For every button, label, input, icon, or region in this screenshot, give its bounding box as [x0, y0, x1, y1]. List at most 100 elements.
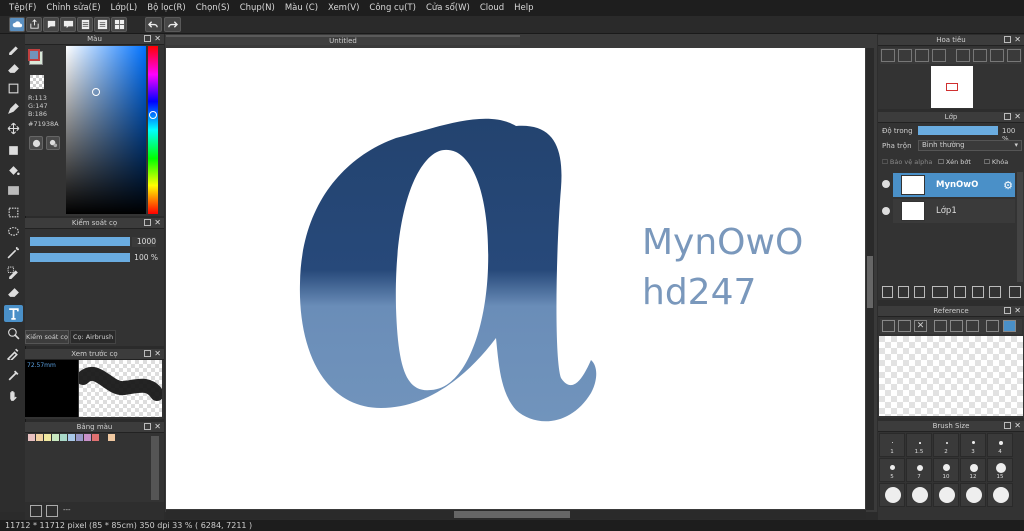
layer-row[interactable]: Lớp1 [893, 199, 1015, 223]
menu-color[interactable]: Màu (C) [280, 0, 323, 16]
list-icon[interactable] [94, 17, 110, 32]
merge-down-icon[interactable] [989, 286, 1001, 298]
maximize-icon[interactable] [144, 350, 151, 357]
layer-name[interactable]: Lớp1 [936, 206, 957, 216]
select-rect-icon[interactable] [4, 204, 23, 221]
dropper-icon[interactable] [4, 367, 23, 384]
magic-wand-icon[interactable] [4, 244, 23, 261]
undo-icon[interactable] [145, 17, 162, 32]
gradient-icon[interactable] [4, 182, 23, 199]
layer-row-selected[interactable]: MynOwO ⚙ [893, 173, 1015, 197]
layer-name[interactable]: MynOwO [936, 180, 978, 190]
maximize-icon[interactable] [1004, 113, 1011, 120]
cloud-icon[interactable] [9, 17, 25, 32]
saturation-value-picker[interactable] [66, 46, 146, 214]
close-icon[interactable]: ✕ [154, 349, 161, 359]
text-tool-icon[interactable] [4, 305, 23, 322]
lock-icon[interactable] [1007, 49, 1021, 62]
color-wheel-icon[interactable] [29, 136, 43, 150]
trash-icon[interactable] [1009, 286, 1021, 298]
folder-icon[interactable] [954, 286, 966, 298]
brush-size-cell[interactable] [879, 483, 905, 507]
brush-opacity-slider[interactable] [30, 253, 130, 262]
bucket-icon[interactable] [4, 162, 23, 179]
layer-visibility-icon[interactable] [882, 180, 890, 188]
comment-icon[interactable] [60, 17, 76, 32]
layer-visibility-icon[interactable] [882, 207, 890, 215]
palette-swatch[interactable] [92, 434, 99, 441]
foreground-color-swatch[interactable] [28, 49, 40, 61]
brush-size-cell[interactable]: 3 [960, 433, 986, 457]
vertical-scrollbar[interactable] [866, 48, 874, 510]
rotate-icon[interactable] [956, 49, 970, 62]
palette-swatch[interactable] [76, 434, 83, 441]
rect-icon[interactable] [4, 80, 23, 97]
palette-swatch[interactable] [84, 434, 91, 441]
close-icon[interactable]: ✕ [1014, 35, 1021, 45]
new-halftone-layer-icon[interactable] [898, 286, 909, 298]
fill-rect-icon[interactable] [4, 142, 23, 159]
brush-size-slider[interactable] [30, 237, 130, 246]
brush-size-cell[interactable]: 1.5 [906, 433, 932, 457]
brush-size-cell[interactable] [906, 483, 932, 507]
speech-icon[interactable] [43, 17, 59, 32]
palette-swatch[interactable] [60, 434, 67, 441]
export-icon[interactable] [26, 17, 42, 32]
hue-slider[interactable] [148, 46, 158, 214]
brush-size-cell[interactable] [960, 483, 986, 507]
eyedropper-icon[interactable] [4, 345, 23, 362]
reset-icon[interactable] [973, 49, 987, 62]
close-icon[interactable]: ✕ [154, 34, 161, 44]
select-pen-icon[interactable] [4, 264, 23, 281]
cloud-icon[interactable] [882, 320, 895, 332]
close-icon[interactable]: ✕ [1014, 421, 1021, 431]
brush-size-cell[interactable]: 7 [906, 458, 932, 482]
brush-size-cell[interactable] [933, 483, 959, 507]
hand-icon[interactable] [1003, 320, 1016, 332]
new-1bit-layer-icon[interactable] [914, 286, 925, 298]
fullscreen-icon[interactable] [915, 49, 929, 62]
brush-size-cell[interactable]: 15 [987, 458, 1013, 482]
palette-swatch[interactable] [52, 434, 59, 441]
palette-swatch[interactable] [36, 434, 43, 441]
pen-icon[interactable] [4, 100, 23, 117]
zoom-fit-icon[interactable] [950, 320, 963, 332]
brush-size-cell[interactable]: 1 [879, 433, 905, 457]
select-eraser-icon[interactable] [4, 284, 23, 301]
brush-size-cell[interactable]: 2 [933, 433, 959, 457]
zoom-fit-icon[interactable] [898, 49, 912, 62]
navigator-thumbnail[interactable] [931, 66, 973, 108]
close-icon[interactable]: ✕ [1014, 306, 1021, 316]
clipping-checkbox[interactable]: ☐ Xén bớt [938, 158, 971, 166]
brush-size-cell[interactable]: 12 [960, 458, 986, 482]
color-mix-icon[interactable] [46, 136, 60, 150]
menu-help[interactable]: Help [509, 0, 538, 16]
maximize-icon[interactable] [144, 423, 151, 430]
eraser-icon[interactable] [4, 60, 23, 77]
lasso-icon[interactable] [4, 224, 23, 241]
tab-brush-control[interactable]: Kiểm soát cọ [25, 330, 69, 344]
palette-swatch[interactable] [44, 434, 51, 441]
brush-icon[interactable] [4, 40, 23, 57]
protect-alpha-checkbox[interactable]: ☐ Bảo vệ alpha [882, 158, 932, 166]
zoom-in-icon[interactable] [934, 320, 947, 332]
tab-brush-airbrush[interactable]: Cọ: Airbrush [70, 330, 116, 344]
palette-swatch[interactable] [28, 434, 35, 441]
document-tab[interactable]: Untitled [166, 35, 520, 45]
maximize-icon[interactable] [1004, 422, 1011, 429]
brush-size-cell[interactable]: 5 [879, 458, 905, 482]
layers-scrollbar[interactable] [1017, 172, 1023, 282]
zoom-in-icon[interactable] [881, 49, 895, 62]
eyedropper-icon[interactable] [986, 320, 999, 332]
hand-icon[interactable] [4, 387, 23, 404]
gear-icon[interactable]: ⚙ [1003, 179, 1013, 192]
maximize-icon[interactable] [1004, 307, 1011, 314]
menu-cloud[interactable]: Cloud [475, 0, 509, 16]
menu-select[interactable]: Chọn(S) [191, 0, 235, 16]
maximize-icon[interactable] [144, 35, 151, 42]
page-icon[interactable] [77, 17, 93, 32]
zoom-out-icon[interactable] [966, 320, 979, 332]
horizontal-scrollbar[interactable] [166, 510, 866, 519]
close-icon[interactable]: ✕ [154, 422, 161, 432]
menu-tools[interactable]: Công cụ(T) [364, 0, 421, 16]
